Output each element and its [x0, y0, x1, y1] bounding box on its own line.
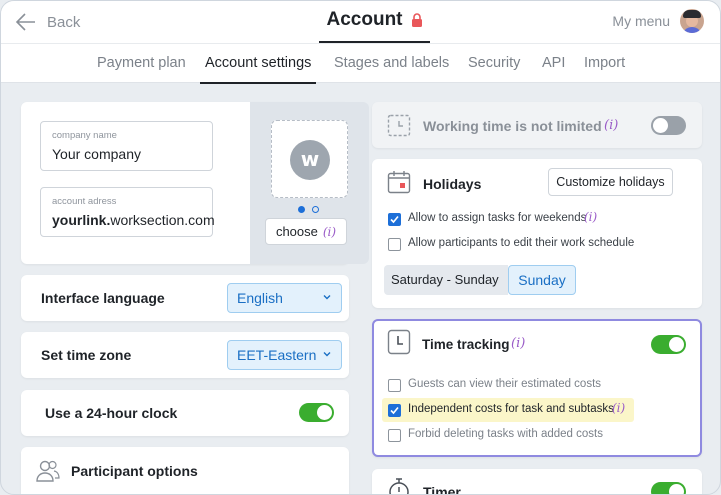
- arrow-left-icon: [15, 13, 35, 31]
- forbid-deleting-label: Forbid deleting tasks with added costs: [408, 428, 603, 440]
- holidays-title: Holidays: [423, 176, 482, 192]
- logo-dropzone[interactable]: w: [271, 120, 348, 198]
- back-button[interactable]: Back: [15, 11, 80, 33]
- my-menu-label: My menu: [612, 13, 670, 29]
- choose-label: choose: [275, 224, 318, 239]
- check-icon: [390, 406, 399, 415]
- clock-card: Use a 24-hour clock: [21, 390, 349, 436]
- participant-options-label: Participant options: [71, 463, 198, 479]
- info-icon[interactable]: (i): [612, 401, 625, 415]
- logo-panel: w choose (i): [250, 102, 369, 264]
- info-icon[interactable]: (i): [584, 210, 597, 224]
- participants-icon: [36, 460, 60, 482]
- app-window: Back Account My menu Payment plan Accoun…: [0, 0, 721, 495]
- timer-card: Timer: [372, 469, 702, 495]
- clock-toggle[interactable]: [299, 403, 334, 422]
- time-tracking-card: Time tracking (i) Guests can view their …: [372, 319, 702, 457]
- company-name-label: company name: [52, 130, 117, 141]
- clock-icon: [387, 329, 411, 355]
- tab-payment-plan[interactable]: Payment plan: [97, 44, 186, 84]
- working-time-label: Working time is not limited: [423, 118, 602, 134]
- info-icon[interactable]: (i): [604, 118, 618, 133]
- forbid-deleting-checkbox[interactable]: [388, 429, 401, 442]
- stopwatch-icon: [389, 478, 409, 494]
- interface-language-label: Interface language: [41, 290, 165, 306]
- company-card: company name Your company account adress…: [21, 102, 369, 264]
- page-title: Account: [326, 9, 403, 30]
- time-tracking-toggle[interactable]: [651, 335, 686, 354]
- address-prefix: yourlink.: [52, 212, 111, 228]
- settings-tabs: Payment plan Account settings Stages and…: [1, 43, 720, 84]
- weekend-tasks-label: Allow to assign tasks for weekends: [408, 212, 587, 224]
- account-address-field[interactable]: account adress yourlink.worksection.com: [40, 187, 215, 237]
- company-name-value: Your company: [52, 146, 141, 162]
- info-icon[interactable]: (i): [323, 225, 336, 239]
- timer-title: Timer: [423, 484, 461, 495]
- working-time-card: Working time is not limited (i): [372, 102, 702, 148]
- my-menu[interactable]: My menu: [612, 9, 704, 33]
- independent-costs-label: Independent costs for task and subtasks: [408, 403, 614, 415]
- carousel-dot-1[interactable]: [298, 206, 305, 213]
- avatar: [680, 9, 704, 33]
- interface-language-select[interactable]: English: [227, 283, 342, 313]
- page-title-tab: Account: [319, 9, 430, 43]
- time-zone-value: EET-Eastern: [237, 347, 317, 363]
- guests-costs-checkbox[interactable]: [388, 379, 401, 392]
- check-icon: [390, 215, 399, 224]
- tab-api[interactable]: API: [542, 44, 565, 84]
- interface-language-card: Interface language English: [21, 275, 349, 321]
- clock-label: Use a 24-hour clock: [45, 405, 178, 421]
- edit-schedule-checkbox[interactable]: [388, 238, 401, 251]
- calendar-icon: [387, 171, 411, 194]
- tab-stages-and-labels[interactable]: Stages and labels: [334, 44, 449, 84]
- logo-carousel-dots: [298, 206, 319, 213]
- guests-costs-label: Guests can view their estimated costs: [408, 378, 602, 390]
- time-zone-select[interactable]: EET-Eastern: [227, 340, 342, 370]
- calendar-clock-icon: [387, 114, 411, 137]
- working-time-toggle[interactable]: [651, 116, 686, 135]
- tab-account-settings[interactable]: Account settings: [200, 44, 317, 84]
- independent-costs-checkbox[interactable]: [388, 404, 401, 417]
- top-bar: Back Account My menu: [1, 1, 720, 43]
- timer-toggle[interactable]: [651, 482, 686, 494]
- choose-logo-button[interactable]: choose (i): [265, 218, 347, 245]
- participant-options-card: Participant options: [21, 447, 349, 494]
- chevron-down-icon: [323, 295, 331, 300]
- info-icon[interactable]: (i): [511, 336, 525, 351]
- lock-icon: [411, 13, 422, 27]
- chevron-down-icon: [323, 352, 331, 357]
- time-tracking-title: Time tracking: [422, 337, 510, 352]
- back-label: Back: [47, 13, 81, 31]
- account-address-label: account adress: [52, 196, 117, 207]
- tab-import[interactable]: Import: [584, 44, 625, 84]
- time-zone-card: Set time zone EET-Eastern: [21, 332, 349, 378]
- customize-holidays-button[interactable]: Customize holidays: [548, 168, 673, 196]
- company-name-field[interactable]: company name Your company: [40, 121, 213, 171]
- weekend-days-label[interactable]: Saturday - Sunday: [384, 265, 508, 295]
- edit-schedule-label: Allow participants to edit their work sc…: [408, 237, 635, 249]
- time-zone-label: Set time zone: [41, 347, 132, 363]
- account-address-value: yourlink.worksection.com: [52, 212, 215, 228]
- tab-security[interactable]: Security: [468, 44, 520, 84]
- carousel-dot-2[interactable]: [312, 206, 319, 213]
- address-suffix: worksection.com: [110, 212, 215, 228]
- company-logo: w: [290, 140, 330, 180]
- holidays-card: Holidays Customize holidays Allow to ass…: [372, 159, 702, 308]
- weekend-day-selected[interactable]: Sunday: [508, 265, 576, 295]
- weekend-tasks-checkbox[interactable]: [388, 213, 401, 226]
- interface-language-value: English: [237, 290, 283, 306]
